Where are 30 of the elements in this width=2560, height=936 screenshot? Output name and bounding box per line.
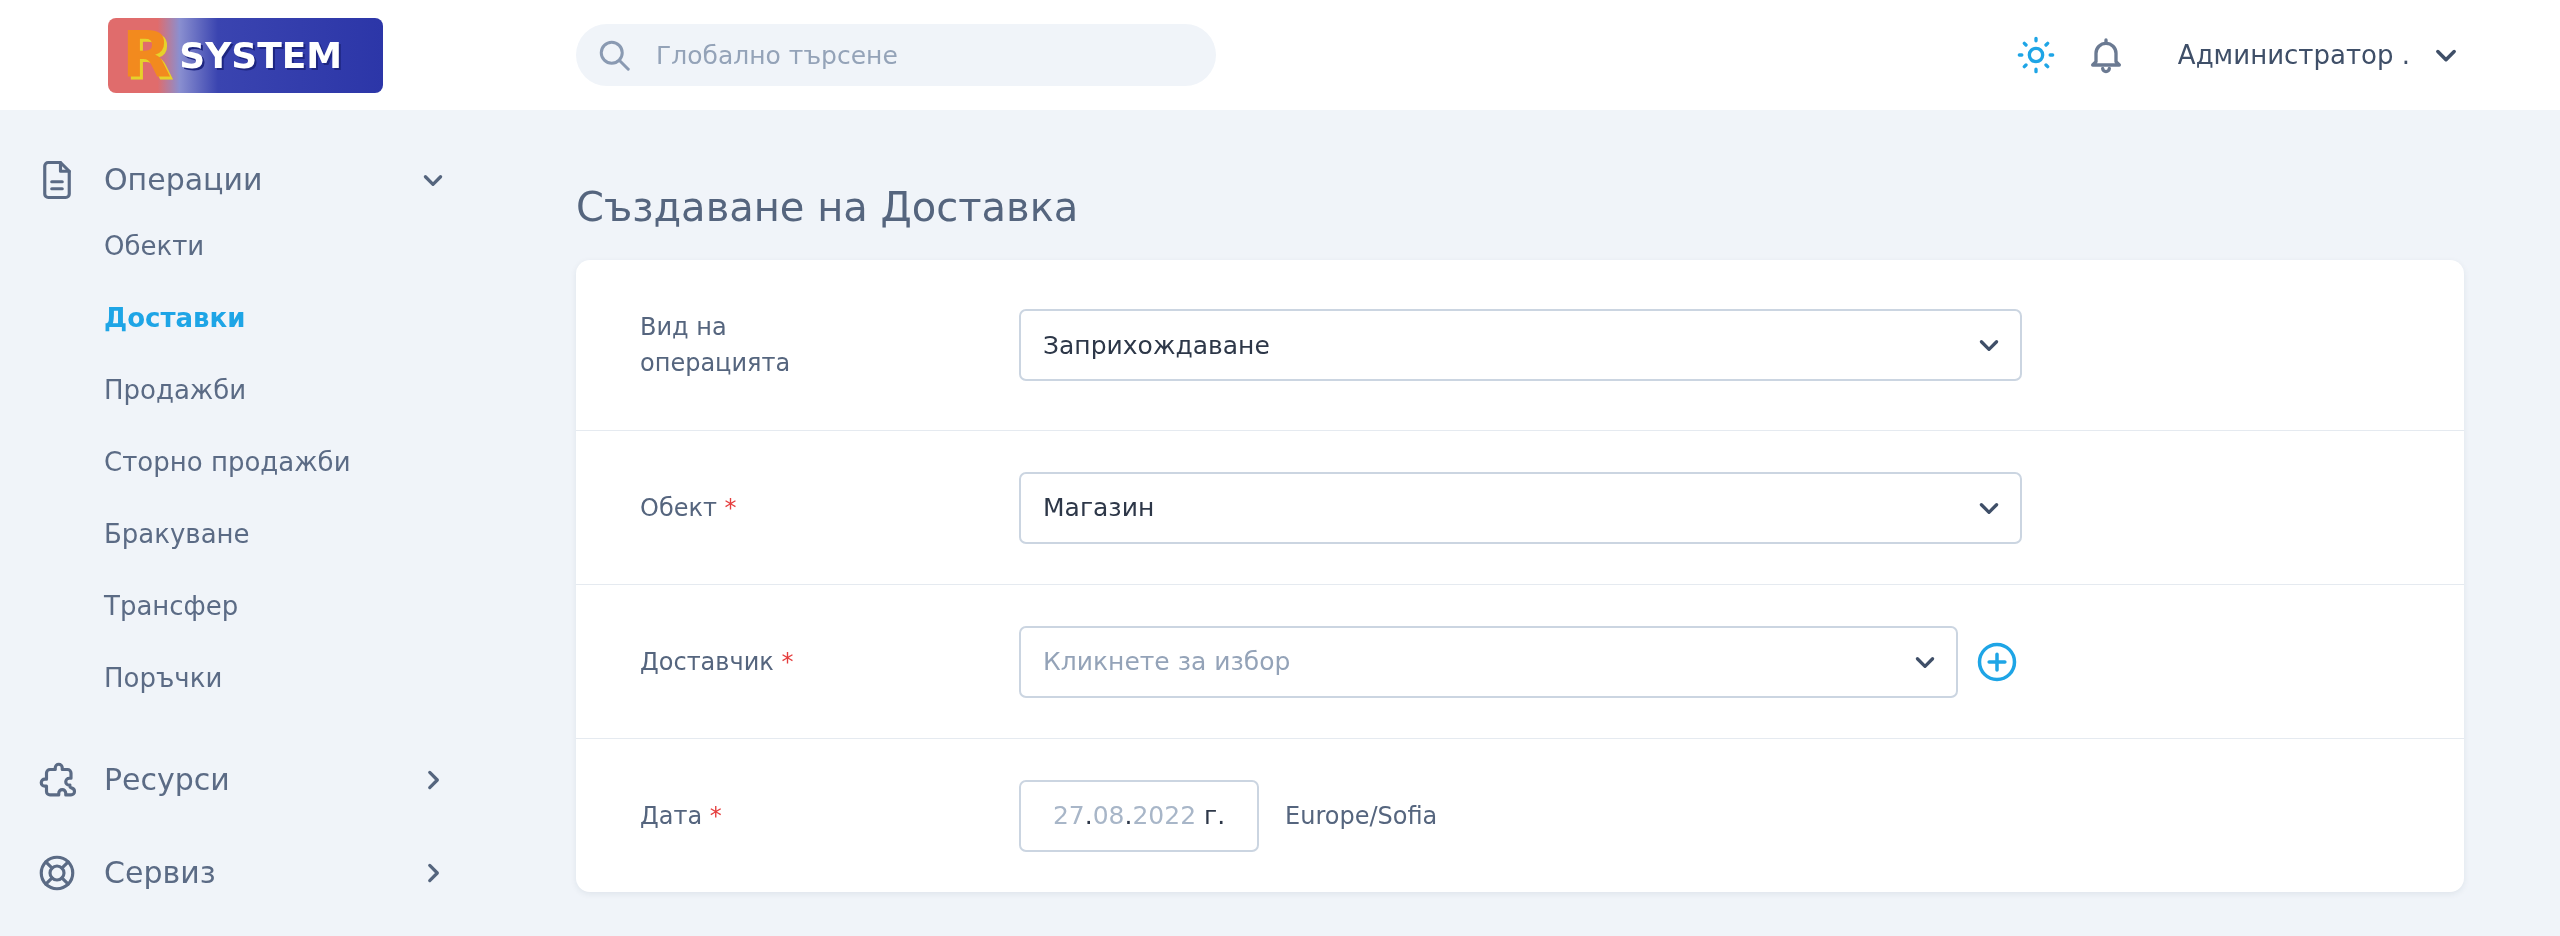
page-title: Създаване на Доставка <box>576 184 1080 230</box>
field-label: Доставчик * <box>640 646 795 678</box>
logo-text: SYSTEM <box>179 34 343 76</box>
sidebar-group[interactable]: Операции <box>36 150 446 210</box>
field-label: Обект * <box>640 492 738 524</box>
sidebar-item[interactable]: Бракуване <box>104 497 520 570</box>
sidebar-group-label: Операции <box>104 162 264 198</box>
date-field[interactable]: 27.08.2022 г. <box>1019 779 1259 852</box>
search-field[interactable]: Глобално търсене <box>576 24 1216 86</box>
search-input[interactable]: Глобално търсене <box>654 39 1196 71</box>
sidebar-group[interactable]: Ресурси <box>36 749 446 810</box>
sidebar-group-label: Ресурси <box>104 762 231 798</box>
sidebar-group[interactable]: Сервиз <box>36 842 446 903</box>
user-menu-button[interactable]: Администратор . <box>2177 40 2460 70</box>
sidebar-item[interactable]: Продажби <box>104 353 520 426</box>
logo-letter: R <box>122 23 172 87</box>
sidebar-item[interactable]: Поръчки <box>104 641 520 714</box>
field-label: Дата * <box>640 800 723 832</box>
add-icon[interactable] <box>1976 640 2018 683</box>
sidebar-item[interactable]: Доставки <box>104 281 520 354</box>
sidebar-item[interactable]: Трансфер <box>104 569 520 642</box>
select-field[interactable]: Заприхождаване <box>1019 309 2022 381</box>
sidebar-item[interactable]: Сторно продажби <box>104 425 520 498</box>
field-label: Вид на операцията <box>640 312 792 379</box>
sidebar-item[interactable]: Обекти <box>104 209 520 282</box>
timezone-label: Europe/Sofia <box>1285 801 1438 830</box>
sidebar-group-label: Сервиз <box>104 855 217 891</box>
select-field[interactable]: Магазин <box>1019 471 2022 544</box>
select-field[interactable]: Кликнете за избор <box>1019 625 1958 698</box>
sun-icon[interactable] <box>2015 35 2056 75</box>
